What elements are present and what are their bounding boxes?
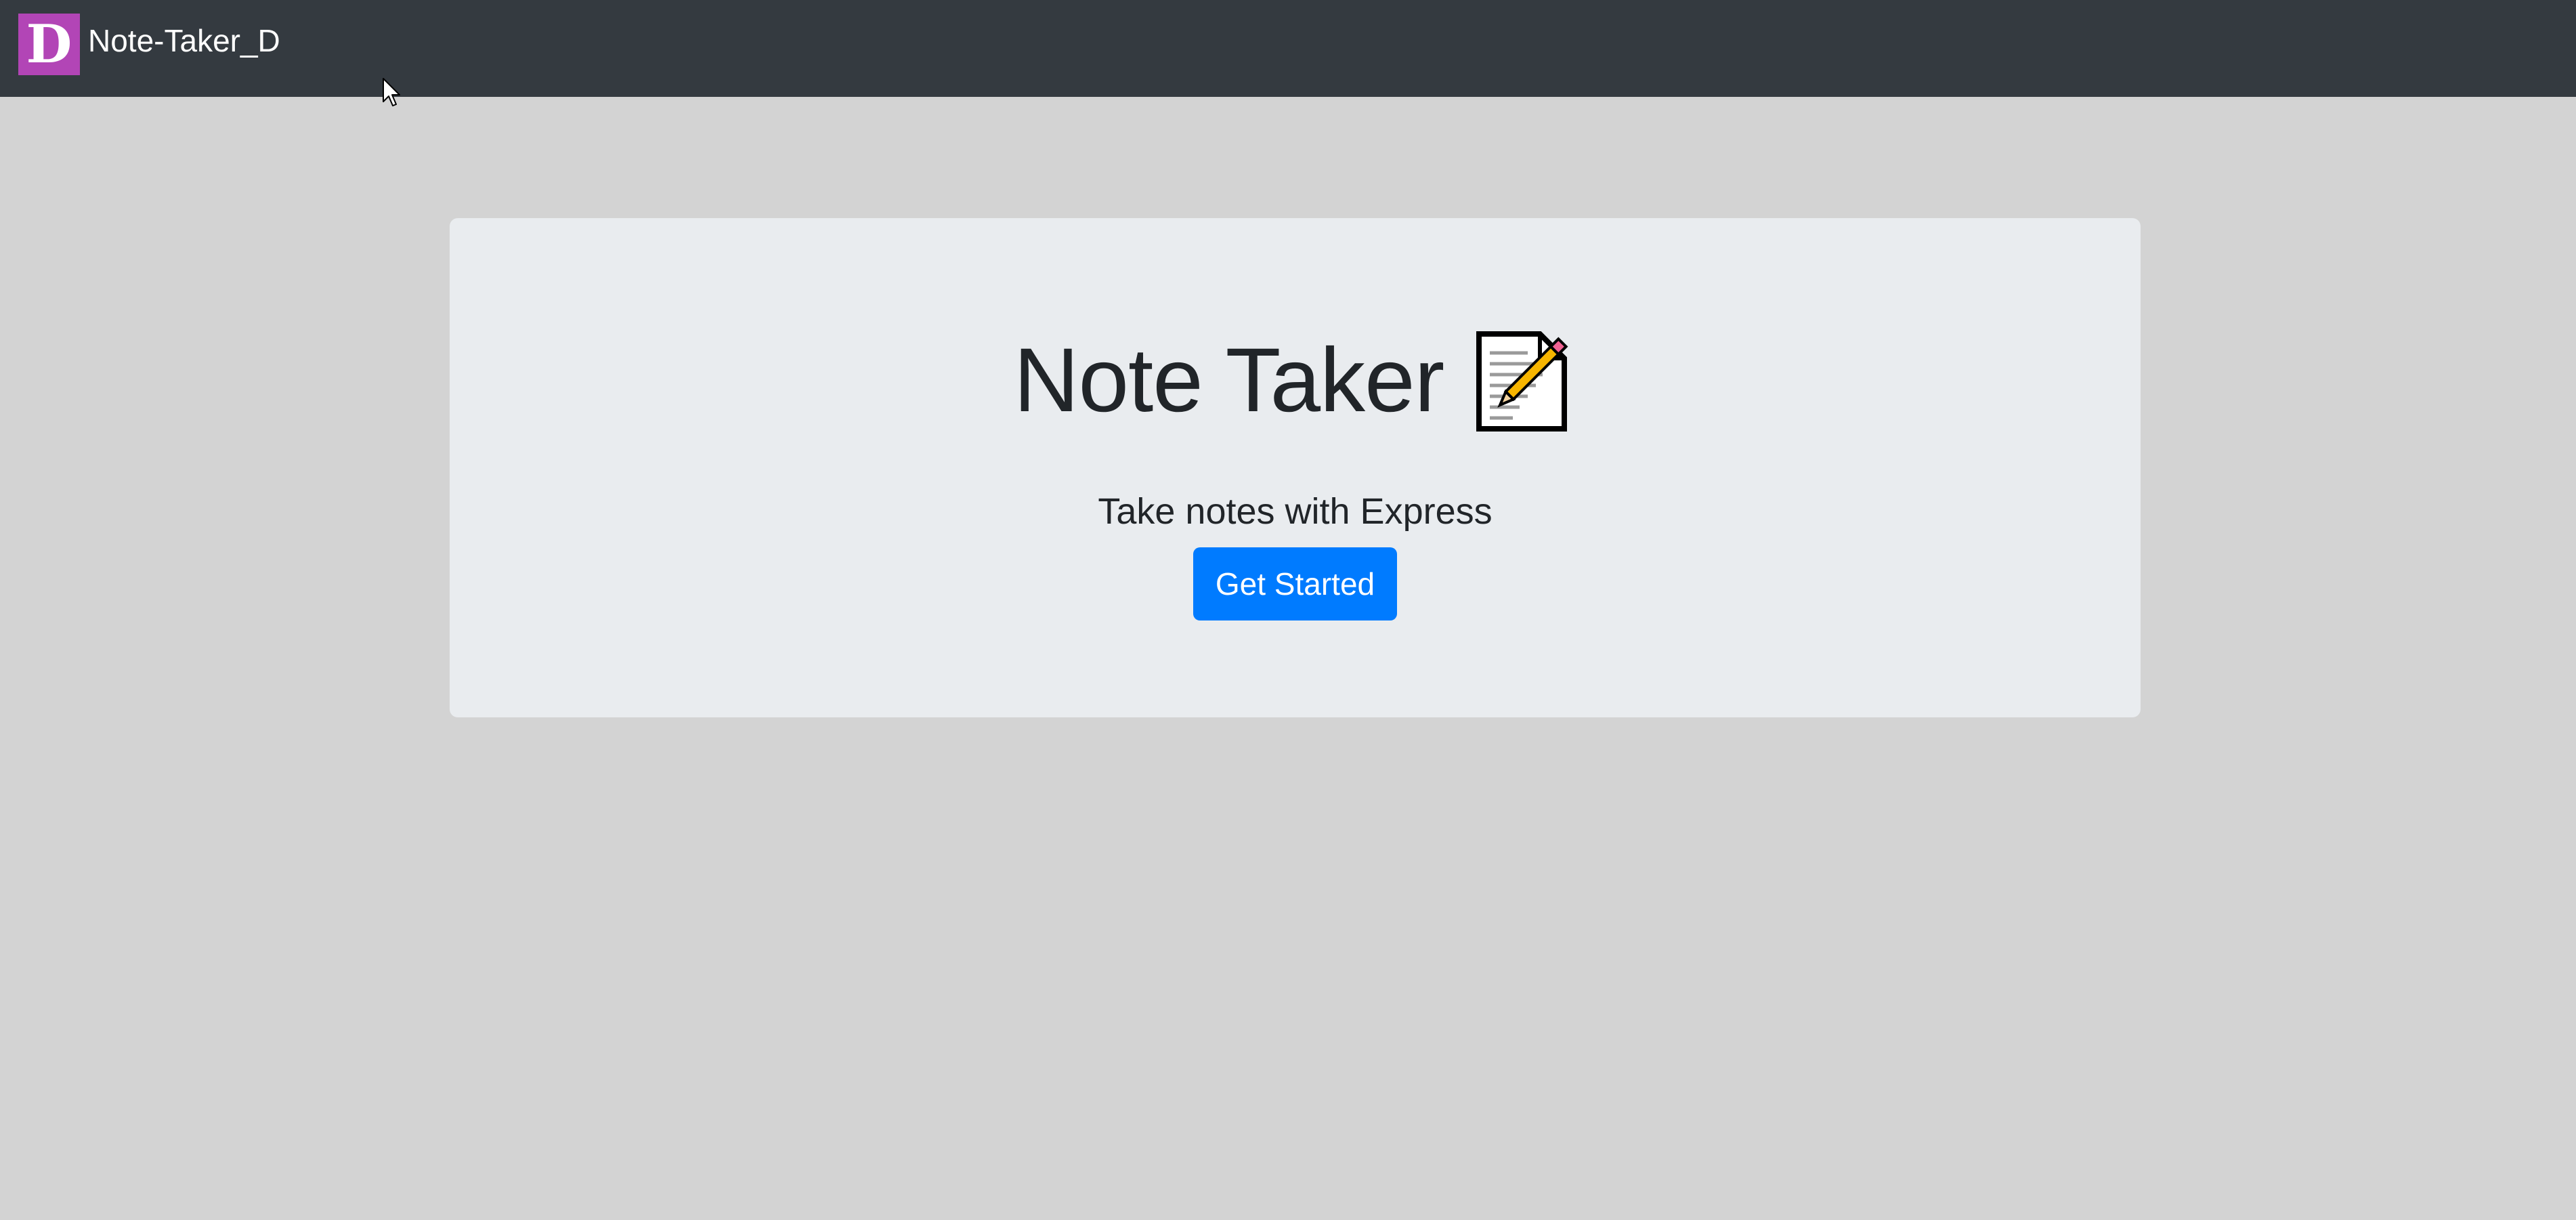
brand-logo[interactable]: D [18,14,80,75]
memo-icon [1476,331,1568,432]
brand-link[interactable]: Note-Taker_D [88,20,280,61]
page-title: Note Taker [1013,330,1445,431]
mouse-cursor-icon [383,78,400,106]
page-subtitle: Take notes with Express [1098,491,1493,532]
hero-card: Note Taker Take notes with Express Get S… [450,218,2141,717]
get-started-button[interactable]: Get Started [1193,547,1397,620]
hero-title-row: Note Taker [450,320,2141,442]
